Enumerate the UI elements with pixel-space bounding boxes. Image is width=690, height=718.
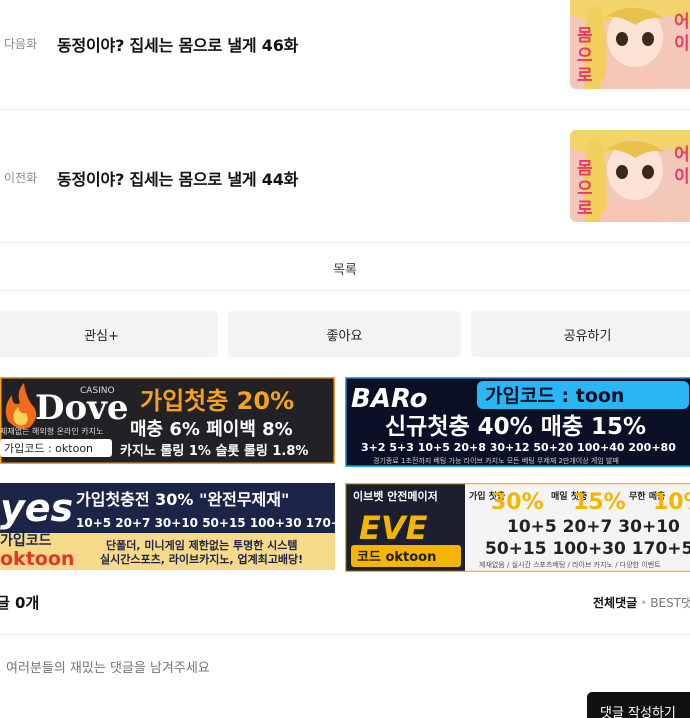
sort-separator: • [640,596,648,610]
eve-code: 코드 oktoon [357,550,436,565]
yes-desc1: 단폴더, 미니게임 제한없는 투명한 시스템 [106,538,298,552]
eve-bonus1: 10+5 20+7 30+10 [507,517,680,537]
eve-tag: 이브벳 안전메이저 [353,489,438,503]
dove-code: 가입코드 : oktoon [4,442,93,455]
dove-casino-label: CASINO [80,386,115,396]
sort-best-comments[interactable]: BEST댓 [650,596,690,610]
dove-left-text: 제재없는 해외형 온라인 카지노 [0,426,103,436]
next-episode-title[interactable]: 동정이야? 집세는 몸으로 낼게 46화 [57,32,298,56]
yes-bonus: 10+5 20+7 30+10 50+15 100+30 170+50 [76,516,335,530]
eve-footer: 제재없음 / 실시간 스포츠베팅 / 라이브 카지노 / 다양한 이벤트 [479,560,661,569]
prev-thumb-text-1: 몸 [577,159,593,179]
prev-thumb-text-2: 으 [577,179,593,199]
next-thumb-text-5: 이 [674,34,690,54]
eve-banner[interactable]: 이브벳 안전메이저 EVE 코드 oktoon 가입 첫충 30% 매일 첫충 … [345,483,690,572]
yes-headline: 가입첫충전 30% "완전무제재" [76,490,289,509]
baro-banner[interactable]: BARo 가입코드 : toon 신규첫충 40% 매충 15% 3+2 5+3… [345,377,690,467]
next-thumb-text-1: 몸 [577,26,593,46]
prev-episode-row[interactable]: 이전화 동정이야? 집세는 몸으로 낼게 44화 몸 으 로 어 이 [0,110,690,243]
submit-comment-button[interactable]: 댓글 작성하기 [587,692,690,718]
baro-bonus: 3+2 5+3 10+5 20+8 30+12 50+20 100+40 200… [361,441,676,454]
next-thumb-text-4: 어 [674,12,690,32]
list-link[interactable]: 목록 [0,259,690,278]
yes-code: oktoon [0,548,74,570]
dove-headline: 가입첫충 20% [140,387,294,415]
baro-code: 가입코드 : toon [485,385,624,407]
comment-sort-tabs: 전체댓글 • BEST댓 [593,594,690,611]
eve-brand: EVE [359,509,428,547]
yes-desc2: 실시간스포츠, 라이브카지노, 업계최고배당! [100,552,303,566]
next-thumb-text-3: 로 [577,66,593,86]
yes-code-label: 가입코드 [0,533,52,549]
eve-pct1: 30% [491,490,544,515]
baro-footer: 경기종료 1초전까지 베팅 가능 라이브 카지노 모든 베팅 무제재 2만개이상… [373,456,619,465]
sort-all-comments[interactable]: 전체댓글 [593,596,637,610]
next-episode-label: 다음화 [4,37,38,51]
eve-bonus2: 50+15 100+30 170+50 [485,539,690,559]
dove-subline2: 카지노 롤링 1% 슬롯 롤링 1.8% [120,444,308,459]
baro-headline: 신규첫충 40% 매충 15% [385,414,646,440]
interest-button[interactable]: 관심+ [0,311,218,357]
prev-episode-title[interactable]: 동정이야? 집세는 몸으로 낼게 44화 [57,166,298,190]
share-button[interactable]: 공유하기 [471,311,690,357]
yes-banner[interactable]: yes 가입첫충전 30% "완전무제재" 10+5 20+7 30+10 50… [0,483,335,570]
next-episode-thumbnail[interactable]: 몸 으 로 어 이 [570,0,690,89]
comments-count: 글 0개 [0,594,40,612]
comment-input[interactable] [6,661,566,676]
prev-thumb-text-3: 로 [577,199,593,219]
baro-brand: BARo [351,384,428,414]
prev-thumb-text-4: 어 [674,145,690,165]
eve-pct2: 15% [573,490,626,515]
prev-episode-label: 이전화 [4,171,38,185]
next-episode-row[interactable]: 다음화 동정이야? 집세는 몸으로 낼게 46화 몸 으 로 어 이 [0,0,690,110]
dove-casino-banner[interactable]: Dove CASINO 가입첫충 20% 매충 6% 페이백 8% 제재없는 해… [0,377,335,464]
like-button[interactable]: 좋아요 [228,311,461,357]
yes-brand: yes [0,486,73,530]
next-thumb-text-2: 으 [577,46,593,66]
prev-episode-thumbnail[interactable]: 몸 으 로 어 이 [570,130,690,222]
dove-subline1: 매충 6% 페이백 8% [130,419,293,440]
eve-pct3: 10% [653,490,690,515]
prev-thumb-text-5: 이 [674,167,690,187]
list-link-row: 목록 [0,243,690,291]
